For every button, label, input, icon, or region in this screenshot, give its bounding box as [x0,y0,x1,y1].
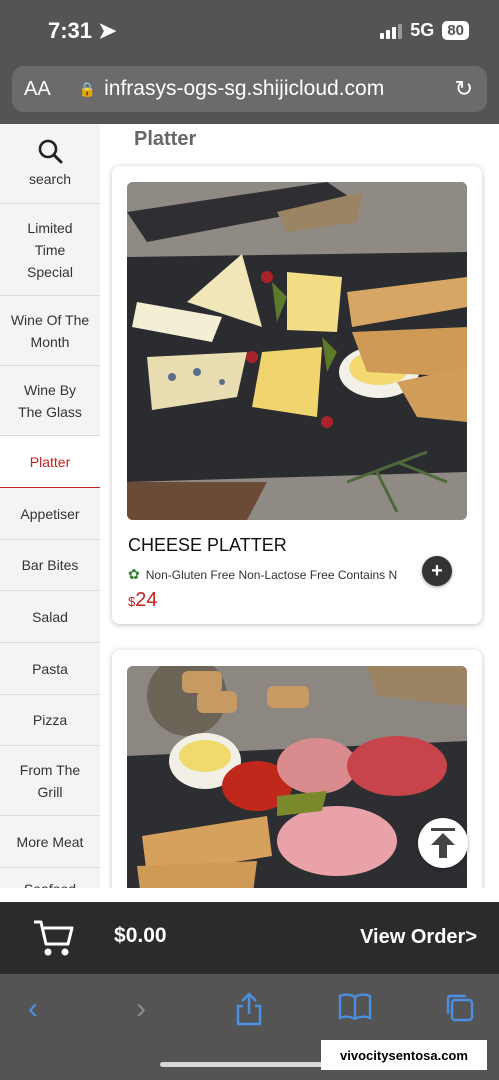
sidebar-item-label: More Meat [16,833,84,850]
search-button[interactable]: search [0,124,100,204]
sidebar-item-label: Platter [29,453,71,470]
meat-platter-image[interactable] [127,666,467,888]
sidebar-item-pasta[interactable]: Pasta [0,643,100,695]
cheese-platter-image[interactable] [127,182,467,520]
text-size-icon[interactable]: AA [24,78,51,101]
location-arrow-icon: ➤ [98,18,117,43]
status-bar: 7:31 ➤ 5G 80 [0,0,499,62]
vegetarian-icon: ✿ [128,566,140,582]
view-order-button[interactable]: View Order> [360,926,477,949]
sidebar-item-salad[interactable]: Salad [0,591,100,643]
reload-icon[interactable]: ↻ [455,76,473,102]
forward-icon[interactable]: › [136,992,146,1026]
sidebar-item-platter[interactable]: Platter [0,436,100,488]
sidebar-item-wine-by-the-glass[interactable]: Wine By The Glass [0,366,100,436]
sidebar-item-label: Appetiser [20,505,80,522]
section-title: Platter [134,128,197,150]
item-description: ✿ Non-Gluten Free Non-Lactose Free Conta… [128,566,418,583]
clock-text: 7:31 [48,18,93,43]
sidebar-item-label: Pasta [32,660,68,677]
tabs-icon[interactable] [444,992,476,1032]
share-icon[interactable] [234,992,264,1034]
item-price: $24 [128,589,157,612]
sidebar-item-label: Pizza [32,712,68,728]
status-indicators: 5G 80 [380,20,469,41]
sidebar-item-seafood[interactable]: Seafood [0,868,100,888]
sidebar-item-limited-time-special[interactable]: Limited Time Special [0,204,100,296]
search-icon [37,138,63,168]
signal-icon [380,23,403,39]
sidebar-item-label: From The Grill [19,761,81,800]
sidebar-item-wine-of-the-month[interactable]: Wine Of The Month [0,296,100,366]
sidebar-item-label: Wine Of The Month [10,311,90,350]
cart-total-value: 0.00 [125,924,167,947]
sidebar-item-label: Limited Time Special [27,219,73,280]
sidebar-item-more-meat[interactable]: More Meat [0,816,100,868]
cart-currency: $ [114,924,126,947]
sidebar-item-label: Seafood [24,878,76,888]
browser-address-area: AA 🔒 infrasys-ogs-sg.shijicloud.com ↻ [0,62,499,124]
home-indicator [160,1062,340,1067]
item-name[interactable]: CHEESE PLATTER [128,535,287,556]
battery-indicator: 80 [442,21,469,40]
cart-total: $0.00 [114,924,167,948]
category-sidebar: search Limited Time Special Wine Of The … [0,124,101,888]
sidebar-item-label: Salad [32,608,68,625]
sidebar-item-bar-bites[interactable]: Bar Bites [0,540,100,591]
sidebar-item-pizza[interactable]: Pizza [0,695,100,746]
bookmarks-icon[interactable] [338,992,372,1028]
add-icon[interactable]: + [422,556,452,586]
search-label: search [28,170,72,187]
address-bar[interactable]: AA 🔒 infrasys-ogs-sg.shijicloud.com ↻ [12,66,487,112]
sidebar-item-from-the-grill[interactable]: From The Grill [0,746,100,816]
sidebar-item-label: Wine By The Glass [18,381,82,420]
watermark: vivocitysentosa.com [321,1040,487,1070]
cart-icon[interactable] [32,918,74,963]
network-type: 5G [410,20,435,40]
lock-icon: 🔒 [78,80,97,97]
scroll-top-icon[interactable] [418,818,468,868]
sidebar-item-appetiser[interactable]: Appetiser [0,488,100,540]
url-text[interactable]: infrasys-ogs-sg.shijicloud.com [104,77,384,101]
price-value: 24 [135,589,158,611]
menu-item-card[interactable]: CHEESE PLATTER ✿ Non-Gluten Free Non-Lac… [112,166,482,624]
status-time: 7:31 ➤ [48,18,117,44]
cart-bar[interactable]: $0.00 View Order> [0,902,499,974]
sidebar-item-label: Bar Bites [21,557,79,573]
menu-content: Platter CHEESE PLATTER ✿ Non-Gluten Free… [100,124,499,888]
item-description-text: Non-Gluten Free Non-Lactose Free Contain… [145,567,398,582]
back-icon[interactable]: ‹ [28,992,38,1026]
